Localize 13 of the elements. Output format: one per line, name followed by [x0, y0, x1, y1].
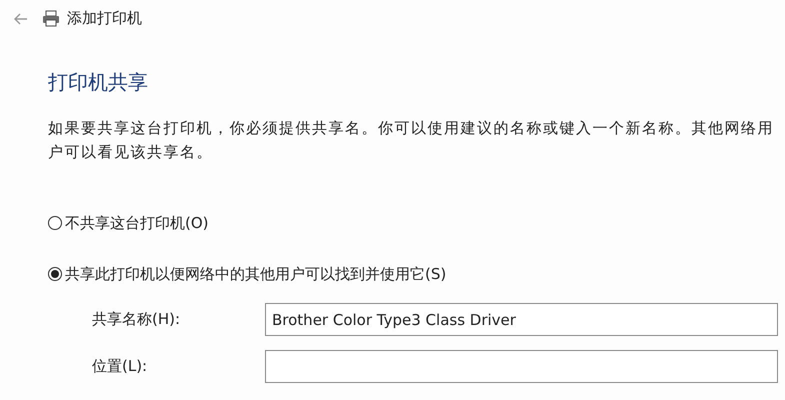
- description-text: 如果要共享这台打印机，你必须提供共享名。你可以使用建议的名称或键入一个新名称。其他网络用户可以看见该共享名。: [48, 118, 775, 163]
- window-title: 添加打印机: [67, 8, 142, 29]
- radio-button[interactable]: [48, 266, 62, 281]
- input-field[interactable]: Brother Color Type3 Class Driver: [265, 303, 778, 336]
- printer-icon: [42, 10, 60, 26]
- radio-button[interactable]: [48, 216, 62, 230]
- radio-label: 共享此打印机以便网络中的其他用户可以找到并使用它(S): [65, 264, 446, 284]
- input-field[interactable]: [265, 350, 778, 383]
- page-heading: 打印机共享: [48, 70, 149, 94]
- field-label: 共享名称(H):: [92, 309, 182, 330]
- back-icon[interactable]: [14, 12, 28, 25]
- radio-label: 不共享这台打印机(O): [65, 213, 209, 234]
- field-label: 位置(L):: [92, 356, 148, 378]
